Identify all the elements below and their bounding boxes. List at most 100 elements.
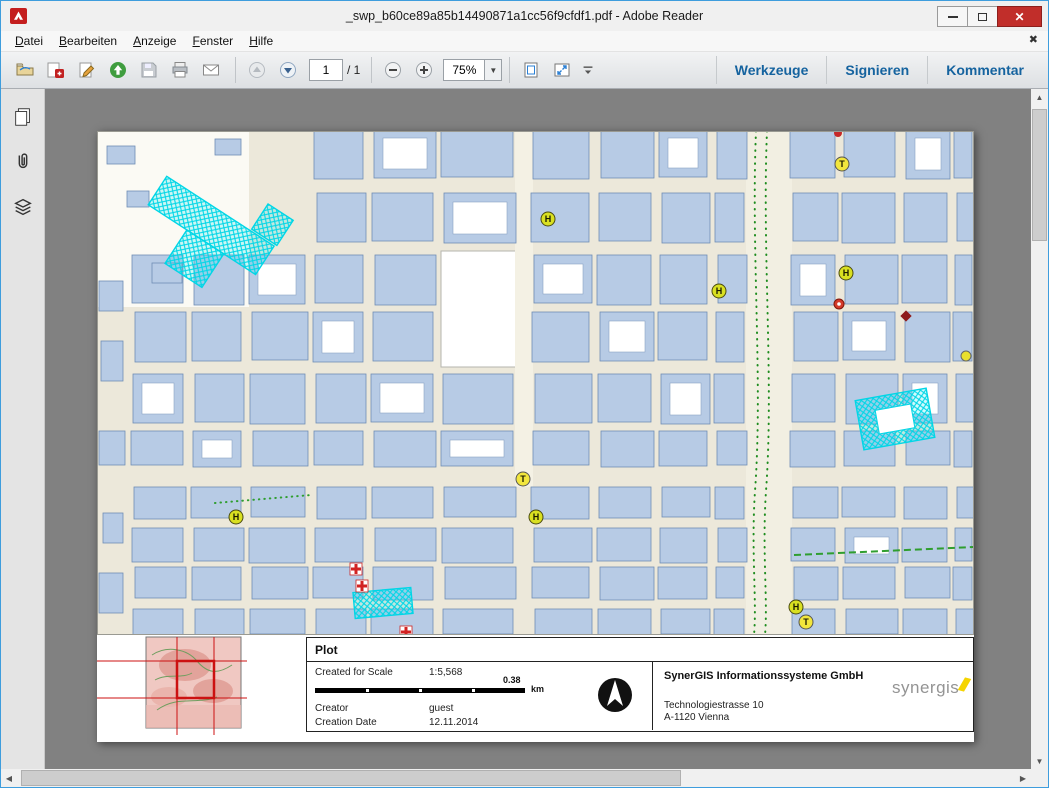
page-total-label: / 1 <box>347 63 360 77</box>
document-canvas[interactable]: H H H H H H T T T <box>45 89 1031 769</box>
email-button[interactable] <box>197 57 224 84</box>
zoom-out-button[interactable] <box>379 57 406 84</box>
svg-text:H: H <box>793 602 800 612</box>
pharmacy-cross-icon <box>350 563 362 575</box>
scale-label: Created for Scale <box>315 667 393 678</box>
company-address-line1: Technologiestrasse 10 <box>664 700 764 711</box>
creator-value: guest <box>429 703 453 714</box>
company-address-line2: A-1120 Vienna <box>664 712 729 723</box>
plot-title: Plot <box>307 638 973 662</box>
page-display-button[interactable] <box>517 57 544 84</box>
toolbar-separator <box>235 57 236 83</box>
yellow-marker-icon <box>961 351 971 361</box>
share-upload-button[interactable] <box>104 57 131 84</box>
open-folder-icon <box>16 61 34 79</box>
creation-date-value: 12.11.2014 <box>429 717 478 728</box>
menu-bar: Datei Bearbeiten Anzeige Fenster Hilfe ✖ <box>1 31 1048 52</box>
close-document-button[interactable]: ✖ <box>1029 33 1038 46</box>
creation-date-label: Creation Date <box>315 717 377 728</box>
taxi-stand-icon: T <box>516 472 530 486</box>
svg-text:H: H <box>843 268 850 278</box>
tram-stop-icon: H <box>529 510 543 524</box>
main-toolbar: / 1 75% ▼ Werkzeuge Signieren Kommentar <box>1 52 1048 89</box>
red-pin-center <box>837 302 841 306</box>
maximize-icon <box>978 13 987 21</box>
pharmacy-cross-icon <box>356 580 368 592</box>
previous-page-button[interactable] <box>243 57 270 84</box>
pdf-page: H H H H H H T T T <box>97 131 974 742</box>
zoom-value: 75% <box>444 63 484 77</box>
print-button[interactable] <box>166 57 193 84</box>
menu-bearbeiten[interactable]: Bearbeiten <box>51 32 125 50</box>
window-title: _swp_b60ce89a85b14490871a1cc56f9cfdf1.pd… <box>1 1 1048 31</box>
horizontal-scroll-thumb[interactable] <box>21 770 681 786</box>
fullscreen-arrows-icon <box>553 61 571 79</box>
svg-text:T: T <box>520 474 526 484</box>
save-button[interactable] <box>135 57 162 84</box>
adobe-reader-window: _swp_b60ce89a85b14490871a1cc56f9cfdf1.pd… <box>0 0 1049 788</box>
export-pdf-button[interactable] <box>42 57 69 84</box>
page-display-icon <box>522 61 540 79</box>
zoom-plus-icon <box>415 61 433 79</box>
layers-button[interactable] <box>1 187 45 227</box>
tools-panel-button[interactable]: Werkzeuge <box>716 56 827 84</box>
svg-text:H: H <box>716 286 723 296</box>
fill-sign-button[interactable] <box>73 57 100 84</box>
avenue <box>515 131 533 487</box>
next-page-button[interactable] <box>274 57 301 84</box>
plot-footer: Plot Created for Scale 1:5,568 0.38 km C… <box>97 635 974 742</box>
zoom-level-select[interactable]: 75% ▼ <box>443 59 502 81</box>
plot-info-box: Plot Created for Scale 1:5,568 0.38 km C… <box>306 637 974 732</box>
svg-text:H: H <box>233 512 240 522</box>
menu-datei[interactable]: Datei <box>7 32 51 50</box>
scroll-down-arrow-icon[interactable]: ▼ <box>1031 753 1048 769</box>
company-name: SynerGIS Informationssysteme GmbH <box>664 670 863 682</box>
scroll-up-arrow-icon[interactable]: ▲ <box>1031 89 1048 105</box>
minimize-button[interactable] <box>937 6 968 27</box>
comment-panel-button[interactable]: Kommentar <box>927 56 1042 84</box>
toolbar-separator <box>509 57 510 83</box>
creator-label: Creator <box>315 703 348 714</box>
map-graphic: H H H H H H T T T <box>97 131 974 635</box>
svg-text:H: H <box>545 214 552 224</box>
menu-anzeige[interactable]: Anzeige <box>125 32 184 50</box>
svg-text:T: T <box>839 159 845 169</box>
paperclip-icon <box>12 150 34 172</box>
navigation-pane-strip <box>1 89 45 769</box>
close-icon: ✕ <box>1014 10 1024 24</box>
guertel-road <box>746 131 792 635</box>
scroll-left-arrow-icon[interactable]: ◀ <box>1 769 17 787</box>
horizontal-scrollbar[interactable]: ◀ ▶ <box>1 769 1031 787</box>
menu-hilfe[interactable]: Hilfe <box>241 32 281 50</box>
svg-text:T: T <box>803 617 809 627</box>
zoom-minus-icon <box>384 61 402 79</box>
scale-value: 1:5,568 <box>429 667 462 678</box>
close-button[interactable]: ✕ <box>997 6 1042 27</box>
attachments-button[interactable] <box>1 141 45 181</box>
city-map: H H H H H H T T T <box>97 131 974 635</box>
scroll-right-arrow-icon[interactable]: ▶ <box>1015 769 1031 787</box>
vertical-scroll-thumb[interactable] <box>1032 109 1047 241</box>
synergis-logo: synergis <box>892 678 968 698</box>
scale-bar-distance: 0.38 <box>503 675 521 685</box>
fullscreen-button[interactable] <box>548 57 575 84</box>
vertical-scrollbar[interactable]: ▲ ▼ <box>1031 89 1048 769</box>
sign-panel-button[interactable]: Signieren <box>826 56 927 84</box>
scale-bar <box>315 688 525 693</box>
zoom-dropdown-arrow-icon[interactable]: ▼ <box>484 60 501 80</box>
open-button[interactable] <box>11 57 38 84</box>
zoom-in-button[interactable] <box>410 57 437 84</box>
page-number-input[interactable] <box>309 59 343 81</box>
more-tools-chevron[interactable] <box>579 57 597 84</box>
tram-stop-icon: H <box>229 510 243 524</box>
maximize-button[interactable] <box>967 6 998 27</box>
pharmacy-cross-icon <box>400 626 412 635</box>
north-arrow-icon <box>594 674 636 716</box>
upload-arrow-icon <box>109 61 127 79</box>
title-bar[interactable]: _swp_b60ce89a85b14490871a1cc56f9cfdf1.pd… <box>1 1 1048 31</box>
page-thumbnails-button[interactable] <box>1 97 45 137</box>
layers-icon <box>12 196 34 218</box>
menu-fenster[interactable]: Fenster <box>184 32 241 50</box>
taxi-stand-icon: T <box>835 157 849 171</box>
scrollbar-corner <box>1031 769 1048 787</box>
